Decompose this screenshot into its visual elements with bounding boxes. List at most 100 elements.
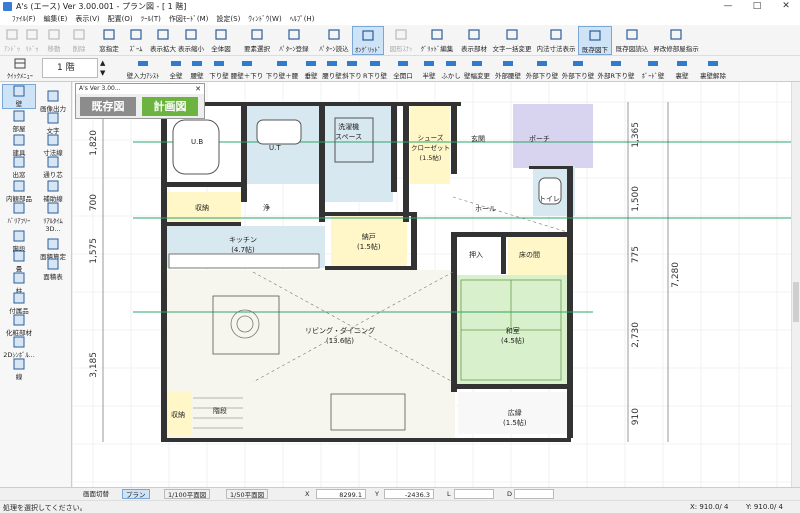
wall-tool-16[interactable]: 外部下り壁 xyxy=(560,57,596,81)
toolbar-button-12[interactable]: ｵﾝｸﾞﾘｯﾄﾞ xyxy=(352,26,384,55)
menu-draw-mode[interactable]: 作図ﾓｰﾄﾞ(M) xyxy=(165,14,213,24)
wall-tool-5[interactable]: 下り壁＋腰壁 xyxy=(264,57,300,90)
room-living-dining[interactable]: リビング・ダイニング (13.6帖) xyxy=(305,326,375,346)
room-storage-1[interactable]: 収納 xyxy=(195,203,209,213)
room-kitchen[interactable]: キッチン (4.7帖) xyxy=(229,235,257,255)
wall-tool-18[interactable]: ﾎﾞｰﾄﾞ壁 xyxy=(636,57,670,81)
toolbar-button-11[interactable]: ﾊﾟﾀｰﾝ読込 xyxy=(316,26,352,55)
left-tool-4[interactable]: 建具 xyxy=(2,134,36,157)
toolbar-button-0[interactable]: ｱﾝﾄﾞｩ xyxy=(2,26,22,55)
wall-tool-7[interactable]: 腰り壁 xyxy=(322,57,342,81)
d-value-field[interactable] xyxy=(514,489,554,499)
new-plan-button[interactable]: 計画図 xyxy=(142,97,198,116)
existing-plan-button[interactable]: 既存図 xyxy=(80,97,136,116)
menu-window[interactable]: ｳｨﾝﾄﾞｳ(W) xyxy=(244,14,285,24)
x-value-field[interactable]: 8299.1 xyxy=(316,489,366,499)
wall-tool-17[interactable]: 外部R下り壁 xyxy=(596,57,636,81)
toolbar-button-20[interactable]: 昇改修部屋指示 xyxy=(652,26,700,55)
left-tool-20[interactable]: 線 xyxy=(2,358,36,381)
floor-select[interactable]: 1 階 xyxy=(42,58,98,78)
left-tool-10[interactable]: ﾊﾞﾘｱﾌﾘｰ xyxy=(2,202,36,225)
wall-tool-8[interactable]: 斜下り壁 xyxy=(342,57,362,90)
left-tool-11[interactable]: ﾘｱﾙﾀｲﾑ3D... xyxy=(36,202,70,233)
wall-tool-20[interactable]: 裏壁解除 xyxy=(694,57,732,81)
tab-1-100[interactable]: 1/100平面図 xyxy=(164,489,211,499)
menu-settings[interactable]: 設定(S) xyxy=(212,14,244,24)
floor-up-button[interactable]: ▲ xyxy=(100,58,110,68)
panel-close-icon[interactable]: ✕ xyxy=(195,84,201,94)
menu-tool[interactable]: ﾂｰﾙ(T) xyxy=(137,14,165,24)
left-tool-6[interactable]: 出窓 xyxy=(2,156,36,179)
room-shoe-closet[interactable]: シューズ クローゼット (1.5帖) xyxy=(411,132,450,162)
tab-plan[interactable]: プラン xyxy=(122,489,150,499)
toolbar-button-14[interactable]: ｸﾞﾘｯﾄﾞ編集 xyxy=(420,26,454,55)
toolbar-button-5[interactable]: ｽﾞｰﾑ xyxy=(124,26,148,55)
menu-edit[interactable]: 編集(E) xyxy=(40,14,72,24)
left-tool-0[interactable]: 壁 xyxy=(2,84,36,109)
toolbar-button-6[interactable]: 表示拡大 xyxy=(150,26,176,55)
left-tool-9[interactable]: 補助線 xyxy=(36,180,70,203)
toolbar-button-7[interactable]: 表示縮小 xyxy=(178,26,204,55)
toolbar-button-4[interactable]: 窓指定 xyxy=(96,26,122,55)
menu-view[interactable]: 表示(V) xyxy=(71,14,103,24)
toolbar-button-10[interactable]: ﾊﾟﾀｰﾝ登録 xyxy=(276,26,312,55)
wall-tool-3[interactable]: 下り壁 xyxy=(208,57,230,81)
room-storage-2[interactable]: 収納 xyxy=(171,410,185,420)
wall-tool-11[interactable]: 半壁 xyxy=(418,57,440,81)
maximize-button[interactable]: □ xyxy=(743,0,771,13)
room-oshiire[interactable]: 押入 xyxy=(469,250,483,260)
quick-menu-button[interactable]: ｸｲｯｸﾒﾆｭｰ xyxy=(2,57,38,81)
wall-tool-2[interactable]: 腰壁 xyxy=(186,57,208,81)
left-tool-2[interactable]: 部屋 xyxy=(2,110,36,133)
menu-help[interactable]: ﾍﾙﾌﾟ(H) xyxy=(286,14,319,24)
toolbar-button-8[interactable]: 全体図 xyxy=(206,26,236,55)
wall-tool-14[interactable]: 外部腰壁 xyxy=(492,57,524,81)
left-tool-18[interactable]: 化粧部材 xyxy=(2,314,36,337)
left-tool-17[interactable]: 付属品 xyxy=(2,292,36,315)
l-value-field[interactable] xyxy=(454,489,494,499)
room-ub[interactable]: U.B xyxy=(191,138,203,146)
toolbar-button-13[interactable]: 図形ｽﾅｯﾌﾟ・ｽﾄﾗｯﾌﾟ xyxy=(384,26,418,63)
left-tool-3[interactable]: 文字 xyxy=(36,112,70,135)
room-porch[interactable]: ポーチ xyxy=(529,134,550,144)
wall-tool-15[interactable]: 外部下り壁 xyxy=(524,57,560,81)
toolbar-button-1[interactable]: ﾘﾄﾞｩ xyxy=(22,26,42,55)
vertical-scrollbar[interactable] xyxy=(791,82,800,487)
toolbar-button-3[interactable]: 削除 xyxy=(68,26,90,55)
toolbar-button-9[interactable]: 要素選択 xyxy=(242,26,272,55)
toolbar-button-2[interactable]: 移動 xyxy=(44,26,64,55)
room-tokonoma[interactable]: 床の間 xyxy=(519,250,540,260)
tab-1-50[interactable]: 1/50平面図 xyxy=(226,489,269,499)
minimize-button[interactable]: — xyxy=(714,0,742,13)
wall-tool-0[interactable]: 壁入力ｱｼｽﾄ xyxy=(122,57,164,81)
left-tool-19[interactable]: 2Dｼﾝﾎﾞﾙ... xyxy=(2,336,36,359)
toolbar-button-15[interactable]: 表示部材 xyxy=(458,26,490,55)
wall-tool-4[interactable]: 腰壁＋下り壁 xyxy=(230,57,264,90)
left-tool-7[interactable]: 通り芯 xyxy=(36,156,70,179)
left-tool-14[interactable]: 畳 xyxy=(2,250,36,273)
wall-tool-9[interactable]: R下り壁 xyxy=(362,57,388,81)
wall-tool-19[interactable]: 裏壁 xyxy=(670,57,694,81)
room-washitsu[interactable]: 和室 (4.5帖) xyxy=(501,326,525,346)
room-hall[interactable]: ホール xyxy=(475,204,496,214)
toolbar-button-17[interactable]: 内法寸法表示 xyxy=(536,26,576,55)
wall-tool-13[interactable]: 壁幅変更 xyxy=(462,57,492,81)
wall-tool-6[interactable]: 垂壁 xyxy=(300,57,322,81)
room-stairs[interactable]: 階段 xyxy=(213,406,227,416)
room-toilet[interactable]: トイレ xyxy=(539,194,560,204)
toolbar-button-19[interactable]: 既存図読込 xyxy=(614,26,650,55)
left-tool-1[interactable]: 画像出力 xyxy=(36,90,70,113)
room-entrance[interactable]: 玄関 xyxy=(471,134,485,144)
wall-tool-1[interactable]: 全壁 xyxy=(166,57,186,81)
wall-tool-12[interactable]: ふかし xyxy=(440,57,462,81)
menu-file[interactable]: ﾌｧｲﾙ(F) xyxy=(8,14,40,24)
drawing-canvas[interactable]: U.B U.T 洗濯機 スペース シューズ クローゼット (1.5帖) 玄関 ポ… xyxy=(73,82,791,487)
left-tool-8[interactable]: 内観部品 xyxy=(2,180,36,203)
room-jo[interactable]: 浄 xyxy=(263,203,270,213)
room-closet[interactable]: 納戸 (1.5帖) xyxy=(357,232,381,252)
close-button[interactable]: ✕ xyxy=(772,0,800,13)
menu-place[interactable]: 配置(O) xyxy=(104,14,137,24)
floor-down-button[interactable]: ▼ xyxy=(100,68,110,78)
room-laundry[interactable]: 洗濯機 スペース xyxy=(335,122,362,142)
room-hiroen[interactable]: 広縁 (1.5帖) xyxy=(503,408,527,428)
